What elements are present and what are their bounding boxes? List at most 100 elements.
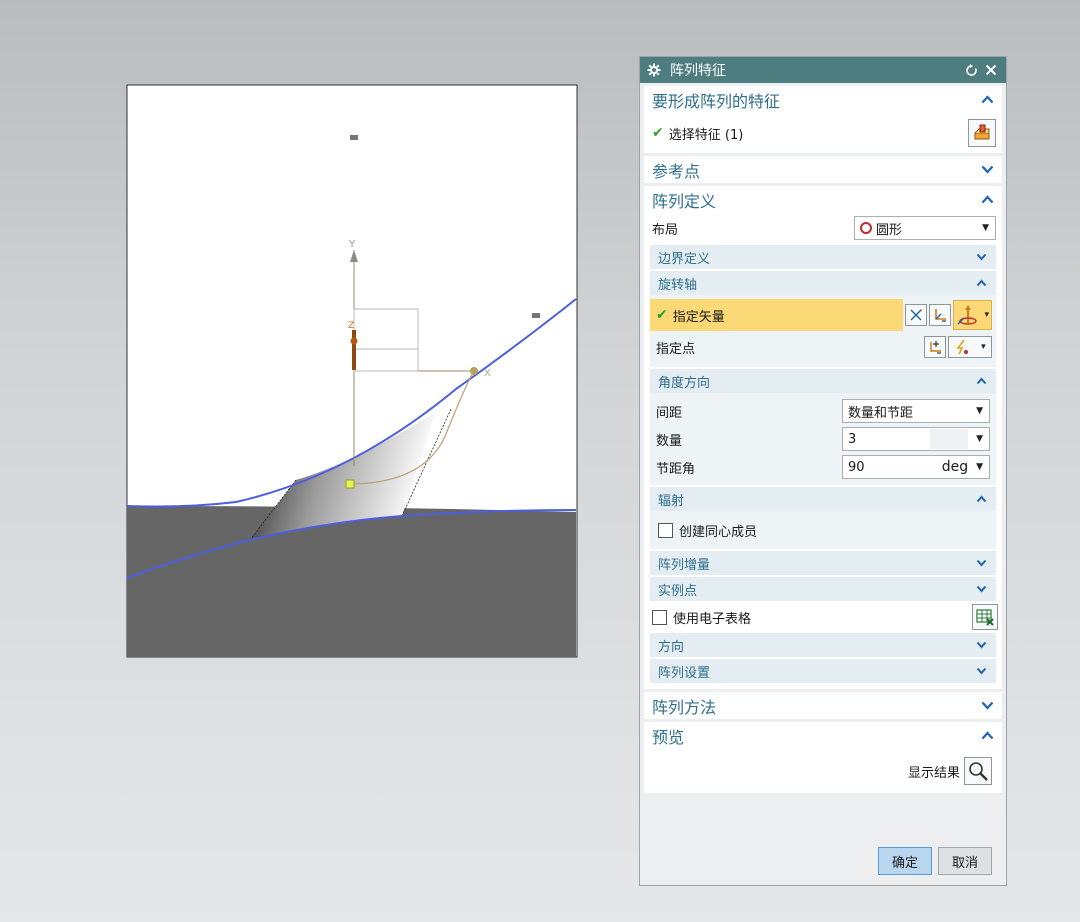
group-pattern-method: 阵列方法 bbox=[644, 692, 1002, 719]
dialog-footer: 确定 取消 bbox=[640, 837, 1006, 885]
reverse-direction-button[interactable] bbox=[905, 304, 928, 326]
group-feature-title: 要形成阵列的特征 bbox=[652, 91, 781, 111]
concentric-label: 创建同心成员 bbox=[679, 524, 758, 540]
vector-dialog-button[interactable] bbox=[929, 304, 952, 326]
view-marker-right bbox=[532, 313, 540, 318]
group-pattern-def-header[interactable]: 阵列定义 bbox=[644, 186, 1002, 213]
subgroup-increment-title: 阵列增量 bbox=[658, 557, 711, 573]
group-method-title: 阵列方法 bbox=[652, 697, 717, 717]
subgroup-direction-header[interactable]: 方向 bbox=[650, 633, 996, 657]
subgroup-instance-title: 实例点 bbox=[658, 583, 698, 599]
vector-type-dropdown[interactable]: ▾ bbox=[953, 300, 992, 330]
pitch-angle-value: 90 bbox=[848, 459, 865, 475]
point-dialog-button[interactable] bbox=[924, 336, 946, 358]
chevron-down-icon[interactable] bbox=[974, 252, 988, 262]
reference-point[interactable] bbox=[345, 479, 355, 489]
subgroup-instance-points: 实例点 bbox=[650, 577, 996, 601]
close-icon[interactable] bbox=[982, 61, 1000, 79]
count-input[interactable]: 3 ▼ bbox=[842, 427, 990, 451]
select-feature-label: 选择特征 (1) bbox=[668, 127, 744, 143]
checkmark-icon: ✔ bbox=[652, 125, 664, 141]
group-preview: 预览 显示结果 bbox=[644, 722, 1002, 793]
subgroup-angle-direction: 角度方向 间距 数量和节距 ▼ 数量 3 ▼ 节距角 90 deg ▼ bbox=[650, 369, 996, 485]
chevron-up-icon[interactable] bbox=[974, 376, 988, 386]
subgroup-settings-header[interactable]: 阵列设置 bbox=[650, 659, 996, 683]
count-label: 数量 bbox=[656, 433, 683, 449]
chevron-down-icon[interactable] bbox=[974, 584, 988, 594]
subgroup-rotation-title: 旋转轴 bbox=[658, 277, 698, 293]
dropdown-caret-icon: ▾ bbox=[981, 342, 986, 352]
cancel-button[interactable]: 取消 bbox=[937, 847, 992, 875]
group-feature-header[interactable]: 要形成阵列的特征 bbox=[644, 86, 1002, 113]
subgroup-radiate-title: 辐射 bbox=[658, 493, 685, 509]
group-preview-title: 预览 bbox=[652, 727, 685, 747]
chevron-down-icon[interactable] bbox=[974, 666, 988, 676]
show-result-label: 显示结果 bbox=[907, 765, 960, 781]
chevron-up-icon[interactable] bbox=[980, 731, 994, 741]
subgroup-radiate: 辐射 创建同心成员 bbox=[650, 487, 996, 549]
checkmark-icon: ✔ bbox=[656, 307, 668, 323]
subgroup-rotation-axis: 旋转轴 ✔ 指定矢量 ▾ 指定点 ▾ bbox=[650, 271, 996, 367]
pitch-angle-label: 节距角 bbox=[656, 461, 696, 477]
chevron-down-icon[interactable] bbox=[980, 701, 994, 711]
layout-row: 布局 圆形 ▼ bbox=[644, 213, 1002, 243]
chevron-up-icon[interactable] bbox=[974, 494, 988, 504]
chevron-up-icon[interactable] bbox=[980, 195, 994, 205]
group-reference-point: 参考点 bbox=[644, 156, 1002, 183]
spreadsheet-icon bbox=[976, 609, 994, 626]
spreadsheet-checkbox[interactable] bbox=[652, 609, 667, 625]
subgroup-direction: 方向 bbox=[650, 633, 996, 657]
group-feature-to-pattern: 要形成阵列的特征 ✔ 选择特征 (1) bbox=[644, 86, 1002, 153]
spacing-row: 间距 数量和节距 ▼ bbox=[650, 397, 996, 425]
group-method-header[interactable]: 阵列方法 bbox=[644, 692, 1002, 719]
inferred-point-icon bbox=[956, 339, 969, 355]
y-axis-label: Y bbox=[348, 239, 356, 250]
chevron-up-icon[interactable] bbox=[980, 95, 994, 105]
reset-icon[interactable] bbox=[962, 61, 980, 79]
subgroup-increment-header[interactable]: 阵列增量 bbox=[650, 551, 996, 575]
specify-vector-row[interactable]: ✔ 指定矢量 ▾ bbox=[650, 299, 996, 331]
spacing-dropdown[interactable]: 数量和节距 ▼ bbox=[842, 399, 990, 423]
gear-icon bbox=[646, 62, 662, 78]
spreadsheet-button[interactable] bbox=[972, 604, 998, 630]
specify-vector-highlight[interactable]: ✔ 指定矢量 bbox=[650, 299, 904, 331]
magnifier-icon bbox=[969, 762, 988, 781]
group-preview-header[interactable]: 预览 bbox=[644, 722, 1002, 749]
pitch-angle-row: 节距角 90 deg ▼ bbox=[650, 453, 996, 481]
layout-dropdown[interactable]: 圆形 ▼ bbox=[854, 216, 996, 240]
chevron-down-icon[interactable] bbox=[980, 165, 994, 175]
subgroup-boundary-header[interactable]: 边界定义 bbox=[650, 245, 996, 269]
spreadsheet-label: 使用电子表格 bbox=[673, 611, 752, 627]
chevron-down-icon[interactable] bbox=[974, 640, 988, 650]
group-refpoint-header[interactable]: 参考点 bbox=[644, 156, 1002, 183]
specify-point-row[interactable]: 指定点 ▾ bbox=[650, 331, 996, 363]
inferred-vector-icon bbox=[957, 305, 978, 325]
show-result-button[interactable] bbox=[964, 757, 992, 785]
ok-button[interactable]: 确定 bbox=[877, 847, 932, 875]
x-axis-label: X bbox=[484, 368, 491, 379]
subgroup-angle-header[interactable]: 角度方向 bbox=[650, 369, 996, 393]
reverse-direction-icon bbox=[910, 309, 922, 321]
chevron-up-icon[interactable] bbox=[974, 278, 988, 288]
subgroup-radiate-header[interactable]: 辐射 bbox=[650, 487, 996, 511]
graphics-viewport[interactable]: Y Z X bbox=[126, 84, 578, 658]
concentric-row[interactable]: 创建同心成员 bbox=[650, 511, 996, 549]
subgroup-instance-header[interactable]: 实例点 bbox=[650, 577, 996, 601]
concentric-checkbox[interactable] bbox=[658, 522, 673, 538]
subgroup-pattern-increment: 阵列增量 bbox=[650, 551, 996, 575]
subgroup-rotation-header[interactable]: 旋转轴 bbox=[650, 271, 996, 295]
select-feature-button[interactable] bbox=[968, 119, 996, 147]
dropdown-caret-icon: ▼ bbox=[976, 434, 983, 444]
pitch-angle-input[interactable]: 90 deg ▼ bbox=[842, 455, 990, 479]
subgroup-angle-title: 角度方向 bbox=[658, 375, 711, 391]
z-axis-label: Z bbox=[348, 321, 354, 331]
dialog-titlebar[interactable]: 阵列特征 bbox=[640, 57, 1006, 83]
point-type-dropdown[interactable]: ▾ bbox=[948, 336, 992, 358]
vector-dialog-icon bbox=[935, 309, 947, 322]
group-pattern-def-title: 阵列定义 bbox=[652, 191, 717, 211]
select-feature-row[interactable]: ✔ 选择特征 (1) bbox=[644, 113, 1002, 153]
subgroup-settings-title: 阵列设置 bbox=[658, 665, 711, 681]
chevron-down-icon[interactable] bbox=[974, 558, 988, 568]
spreadsheet-row[interactable]: 使用电子表格 bbox=[644, 601, 1002, 633]
layout-label: 布局 bbox=[652, 222, 679, 238]
